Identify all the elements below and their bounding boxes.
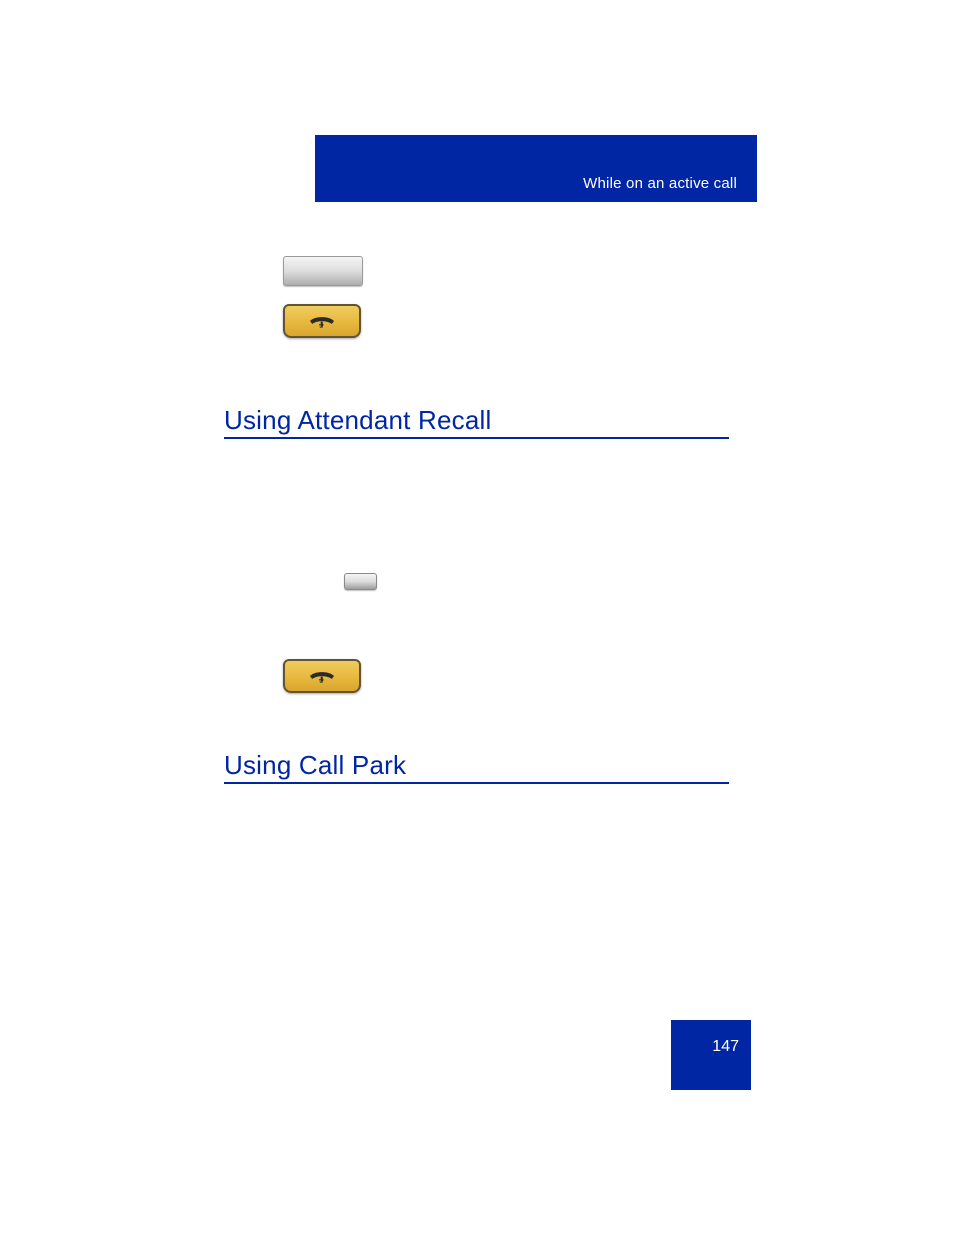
section-header-label: While on an active call [583,175,737,192]
heading-rule [224,437,729,439]
soft-key-button-icon [283,256,363,286]
handset-down-icon [307,312,337,330]
goodbye-button-icon [283,659,361,693]
handset-down-icon [307,667,337,685]
heading-call-park: Using Call Park [224,750,406,781]
heading-rule [224,782,729,784]
page-number: 147 [712,1038,739,1056]
document-page: While on an active call Using Attendant … [0,0,954,1235]
page-number-box: 147 [671,1020,751,1090]
soft-key-mini-icon [344,573,377,590]
heading-attendant-recall: Using Attendant Recall [224,405,491,436]
section-header-bar: While on an active call [315,135,757,202]
goodbye-button-icon [283,304,361,338]
